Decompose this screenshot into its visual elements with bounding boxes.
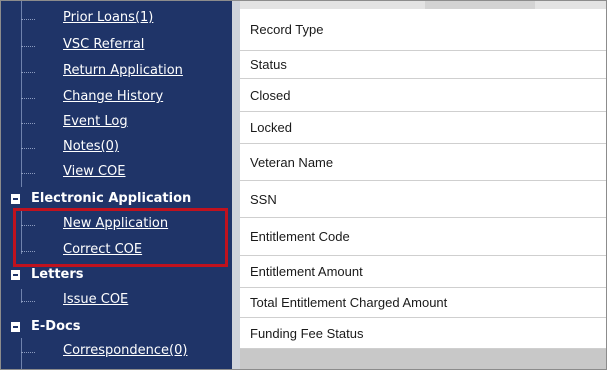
table-row: Closed (240, 79, 606, 112)
table-row: Entitlement Code (240, 218, 606, 256)
section-label: E-Docs (31, 319, 81, 334)
section-label: Letters (31, 267, 84, 282)
table-row: Entitlement Amount (240, 256, 606, 288)
sidebar-item-label[interactable]: Prior Loans(1) (63, 10, 153, 25)
field-label: Status (250, 57, 287, 72)
tree-connector (21, 338, 22, 369)
sidebar-nav: Prior Loans(1) VSC Referral Return Appli… (1, 1, 232, 369)
table-row: SSN (240, 181, 606, 218)
table-row: Locked (240, 112, 606, 144)
tree-branch (21, 72, 35, 73)
field-label: Veteran Name (250, 154, 334, 170)
table-row: Funding Fee Status (240, 318, 606, 349)
tree-connector (21, 1, 22, 187)
field-label: Total Entitlement Charged Amount (250, 295, 448, 310)
sidebar-item-label[interactable]: Event Log (63, 114, 128, 129)
field-label: Locked (250, 120, 292, 135)
tab-strip (425, 1, 535, 9)
table-row: Veteran Name (240, 144, 606, 181)
tree-branch (21, 123, 35, 124)
record-details-table: Record Type Status Closed Locked Veteran… (240, 1, 606, 369)
tree-branch (21, 19, 35, 20)
app-frame: Prior Loans(1) VSC Referral Return Appli… (0, 0, 607, 370)
field-label: Funding Fee Status (250, 325, 364, 341)
tree-branch (21, 46, 35, 47)
table-row: Record Type (240, 9, 606, 51)
table-footer-bar (240, 349, 606, 369)
tree-branch (21, 173, 35, 174)
sidebar-item-label[interactable]: Notes(0) (63, 139, 119, 154)
sidebar-item-label[interactable]: VSC Referral (63, 37, 144, 52)
tree-branch (21, 98, 35, 99)
section-label: Electronic Application (31, 191, 192, 206)
sidebar-item-label[interactable]: Issue COE (63, 292, 128, 307)
table-row: Status (240, 51, 606, 79)
tree-branch (21, 352, 35, 353)
collapse-icon[interactable] (11, 322, 20, 332)
sidebar-item-label[interactable]: Return Application (63, 63, 183, 78)
pane-divider (232, 1, 240, 369)
field-label: Record Type (250, 22, 324, 37)
tree-branch (21, 148, 35, 149)
field-label: Closed (250, 87, 291, 103)
field-label: SSN (250, 191, 277, 207)
highlight-annotation (13, 208, 228, 267)
sidebar-item-label[interactable]: View COE (63, 164, 126, 179)
sidebar-item-label[interactable]: Correspondence(0) (63, 343, 187, 358)
sidebar-item-label[interactable]: Change History (63, 89, 163, 104)
table-row: Total Entitlement Charged Amount (240, 288, 606, 318)
field-label: Entitlement Amount (250, 264, 363, 279)
field-label: Entitlement Code (250, 229, 350, 244)
tree-branch (21, 301, 35, 302)
collapse-icon[interactable] (11, 194, 20, 204)
collapse-icon[interactable] (11, 270, 20, 280)
